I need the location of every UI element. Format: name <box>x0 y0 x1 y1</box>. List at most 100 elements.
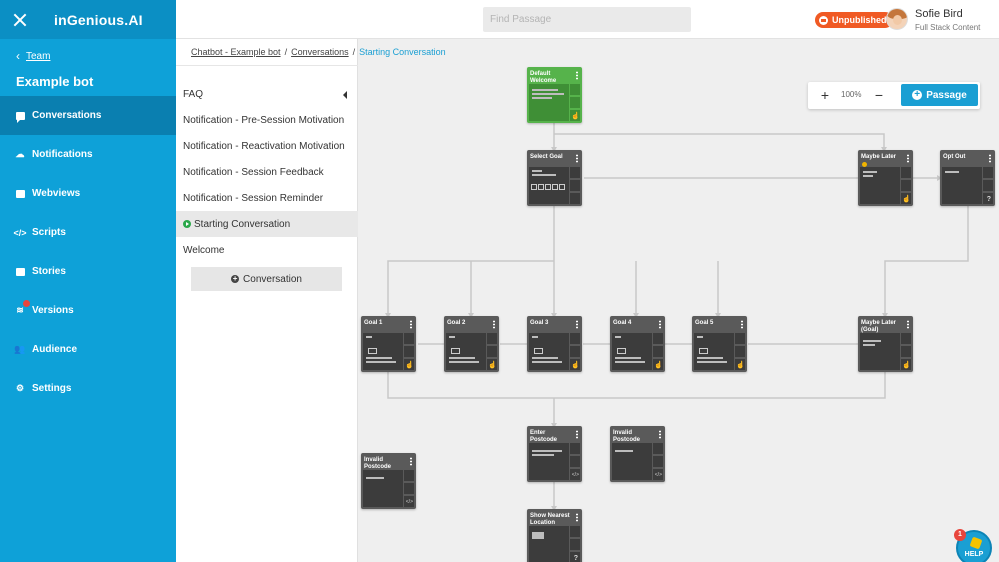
back-link[interactable]: ‹ Team <box>0 39 176 65</box>
more-vertical-icon[interactable] <box>576 154 578 163</box>
plus-circle-icon: + <box>231 274 240 283</box>
help-button[interactable]: 1 HELP <box>954 529 992 562</box>
hand-icon: ☝ <box>902 362 911 369</box>
sidebar-item-conversations[interactable]: Conversations <box>0 96 176 135</box>
user-role: Full Stack Content <box>915 23 981 32</box>
more-vertical-icon[interactable] <box>493 320 495 329</box>
more-vertical-icon[interactable] <box>659 430 661 439</box>
passage-node-maybe-later[interactable]: Maybe Later ☝ <box>858 150 913 206</box>
question-icon: ? <box>986 196 991 203</box>
hand-icon: ☝ <box>736 362 745 369</box>
node-title: Maybe Later (Goal) <box>861 320 897 333</box>
breadcrumb: Chatbot - Example bot / Conversations / … <box>191 47 446 57</box>
more-vertical-icon[interactable] <box>576 320 578 329</box>
sidebar-item-audience[interactable]: 👥 Audience <box>0 330 176 369</box>
more-vertical-icon[interactable] <box>907 154 909 163</box>
sidebar-item-scripts[interactable]: </> Scripts <box>0 213 176 252</box>
video-icon <box>534 348 543 354</box>
node-outputs <box>570 167 580 204</box>
list-item[interactable]: Notification - Session Feedback <box>176 159 358 185</box>
close-icon[interactable] <box>12 12 28 28</box>
passage-node-opt-out[interactable]: Opt Out ? <box>940 150 995 206</box>
sidebar-item-notifications[interactable]: ☁ Notifications <box>0 135 176 174</box>
video-icon <box>617 348 626 354</box>
list-item-label: Welcome <box>183 244 225 256</box>
more-vertical-icon[interactable] <box>576 513 578 522</box>
sidebar-item-stories[interactable]: Stories <box>0 252 176 291</box>
passage-node-goal-5[interactable]: Goal 5 ☝ <box>692 316 747 372</box>
more-vertical-icon[interactable] <box>907 320 909 329</box>
passage-node-show-nearest-location[interactable]: Show Nearest Location ? <box>527 509 582 562</box>
passage-node-goal-2[interactable]: Goal 2 ☝ <box>444 316 499 372</box>
sidebar-item-label: Webviews <box>32 188 81 199</box>
node-body <box>529 333 569 370</box>
list-item-label: Notification - Session Feedback <box>183 166 324 178</box>
bot-name: Example bot <box>16 74 94 89</box>
add-passage-label: Passage <box>926 89 967 101</box>
list-item[interactable]: FAQ <box>176 81 358 107</box>
more-vertical-icon[interactable] <box>989 154 991 163</box>
more-vertical-icon[interactable] <box>576 71 578 80</box>
zoom-out-button[interactable]: − <box>870 86 888 104</box>
list-item[interactable]: Welcome <box>176 237 358 263</box>
passage-node-goal-3[interactable]: Goal 3 ☝ <box>527 316 582 372</box>
list-item[interactable]: Notification - Pre-Session Motivation <box>176 107 358 133</box>
node-title: Invalid Postcode <box>364 457 392 470</box>
node-title: Opt Out <box>943 154 966 160</box>
passage-node-maybe-later-goal[interactable]: Maybe Later (Goal) ☝ <box>858 316 913 372</box>
passage-node-invalid-postcode-2[interactable]: Invalid Postcode </> <box>361 453 416 509</box>
people-icon: 👥 <box>14 344 26 354</box>
passage-node-goal-4[interactable]: Goal 4 ☝ <box>610 316 665 372</box>
passage-node-invalid-postcode[interactable]: Invalid Postcode </> <box>610 426 665 482</box>
sidebar-item-webviews[interactable]: Webviews <box>0 174 176 213</box>
passage-node-enter-postcode[interactable]: Enter Postcode </> <box>527 426 582 482</box>
app-logo: inGenious.AI <box>54 11 143 28</box>
breadcrumb-link[interactable]: Chatbot - Example bot <box>191 47 281 57</box>
zoom-in-button[interactable]: + <box>816 86 834 104</box>
more-vertical-icon[interactable] <box>410 457 412 466</box>
search-input[interactable] <box>483 7 691 32</box>
sidebar-item-versions[interactable]: ≋ Versions <box>0 291 176 330</box>
node-title: Goal 1 <box>364 320 383 326</box>
list-item-label: Notification - Pre-Session Motivation <box>183 114 345 126</box>
passage-node-goal-1[interactable]: Goal 1 ☝ <box>361 316 416 372</box>
node-title: Goal 3 <box>530 320 549 326</box>
layers-icon <box>819 15 828 25</box>
more-vertical-icon[interactable] <box>659 320 661 329</box>
list-item-label: FAQ <box>183 88 204 100</box>
passage-node-select-goal[interactable]: Select Goal <box>527 150 582 206</box>
node-title: Goal 4 <box>613 320 632 326</box>
list-item[interactable]: Notification - Session Reminder <box>176 185 358 211</box>
node-body <box>529 443 569 480</box>
avatar[interactable] <box>886 8 908 30</box>
breadcrumb-current: Starting Conversation <box>359 47 446 57</box>
sidebar-item-label: Scripts <box>32 227 66 238</box>
list-item-active[interactable]: Starting Conversation <box>176 211 358 237</box>
status-badge[interactable]: Unpublished <box>815 12 893 28</box>
question-icon: ? <box>573 555 578 562</box>
breadcrumb-link[interactable]: Conversations <box>291 47 349 57</box>
quick-replies <box>531 184 565 190</box>
more-vertical-icon[interactable] <box>741 320 743 329</box>
notification-dot <box>23 300 30 307</box>
chat-icon <box>14 111 26 123</box>
code-icon: </> <box>13 227 27 238</box>
passage-node-default-welcome[interactable]: Default Welcome ☝ <box>527 67 582 123</box>
user-name: Sofie Bird <box>915 8 963 20</box>
video-icon <box>368 348 377 354</box>
node-body <box>694 333 734 370</box>
sidebar-item-settings[interactable]: ⚙ Settings <box>0 369 176 408</box>
flow-canvas[interactable]: Default Welcome ☝ Select Goal Maybe Late… <box>358 64 999 562</box>
node-body <box>612 443 652 480</box>
sidebar-item-label: Notifications <box>32 149 93 160</box>
cloud-icon: ☁ <box>15 149 25 159</box>
node-title: Show Nearest Location <box>530 513 570 526</box>
hand-icon: ☝ <box>571 362 580 369</box>
list-item[interactable]: Notification - Reactivation Motivation <box>176 133 358 159</box>
window-icon <box>14 189 26 198</box>
add-passage-button[interactable]: + Passage <box>901 84 978 106</box>
hand-icon: ☝ <box>405 362 414 369</box>
more-vertical-icon[interactable] <box>410 320 412 329</box>
add-conversation-button[interactable]: + Conversation <box>191 267 342 291</box>
more-vertical-icon[interactable] <box>576 430 578 439</box>
